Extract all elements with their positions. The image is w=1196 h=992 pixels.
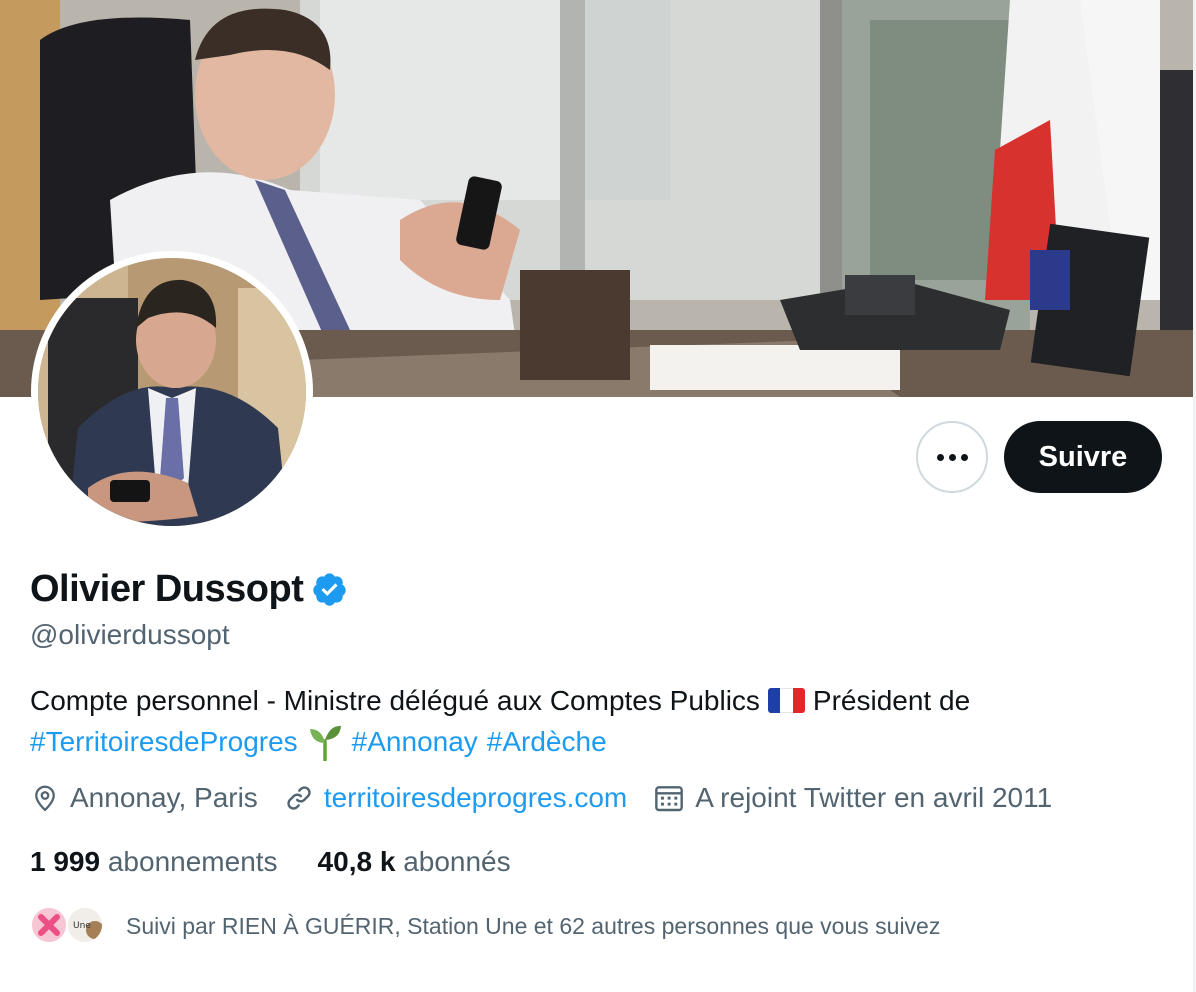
display-name: Olivier Dussopt (30, 568, 304, 610)
hashtag-link-territoiresdeprogres[interactable]: #TerritoiresdeProgres (30, 721, 298, 762)
website-item: territoiresdeprogres.com (284, 782, 627, 814)
profile-stats: 1 999 abonnements 40,8 k abonnés (30, 846, 551, 878)
more-icon (936, 453, 968, 461)
website-link[interactable]: territoiresdeprogres.com (324, 782, 627, 814)
verified-icon[interactable] (311, 571, 348, 608)
followed-by[interactable]: Une Suivi par RIEN À GUÉRIR, Station Une… (30, 906, 940, 946)
following-count: 1 999 (30, 846, 101, 877)
follower-avatar (30, 906, 68, 944)
follower-avatar: Une (66, 906, 104, 944)
joined-text: A rejoint Twitter en avril 2011 (695, 782, 1053, 813)
display-name-row: Olivier Dussopt (30, 568, 348, 611)
followers-count: 40,8 k (317, 846, 396, 877)
following-label: abonnements (107, 846, 278, 877)
bio-line-1: Compte personnel - Ministre délégué aux … (30, 680, 1160, 721)
link-icon (287, 786, 311, 810)
flag-france-icon (767, 688, 805, 713)
profile-meta: Annonay, Paris territoiresdeprogres.com … (30, 782, 1052, 814)
joined-item: A rejoint Twitter en avril 2011 (653, 782, 1052, 814)
profile-avatar[interactable] (31, 251, 313, 533)
hashtag-link-ardeche[interactable]: #Ardèche (487, 721, 607, 762)
follower-avatar-text: Une (73, 921, 91, 931)
hashtag-link-annonay[interactable]: #Annonay (352, 721, 478, 762)
following-link[interactable]: 1 999 abonnements (30, 846, 278, 878)
location-item: Annonay, Paris (30, 782, 258, 814)
profile-handle: @olivierdussopt (30, 619, 230, 650)
location-icon (35, 785, 55, 812)
followed-by-text: Suivi par RIEN À GUÉRIR, Station Une et … (126, 912, 941, 939)
followers-label: abonnés (403, 846, 511, 877)
bio-text: Compte personnel - Ministre délégué aux … (30, 685, 760, 716)
follow-button[interactable]: Suivre (1004, 421, 1162, 493)
bio-text-2: Président de (812, 685, 971, 716)
profile-bio: Compte personnel - Ministre délégué aux … (30, 680, 1160, 762)
followers-link[interactable]: 40,8 k abonnés (318, 846, 511, 878)
more-options-button[interactable] (916, 421, 988, 493)
followed-by-avatars: Une (30, 906, 110, 946)
location-text: Annonay, Paris (70, 782, 258, 813)
calendar-icon (655, 786, 684, 812)
bio-line-2: #TerritoiresdeProgres #Annonay #Ardèche (30, 721, 1160, 762)
seedling-icon (309, 725, 341, 761)
